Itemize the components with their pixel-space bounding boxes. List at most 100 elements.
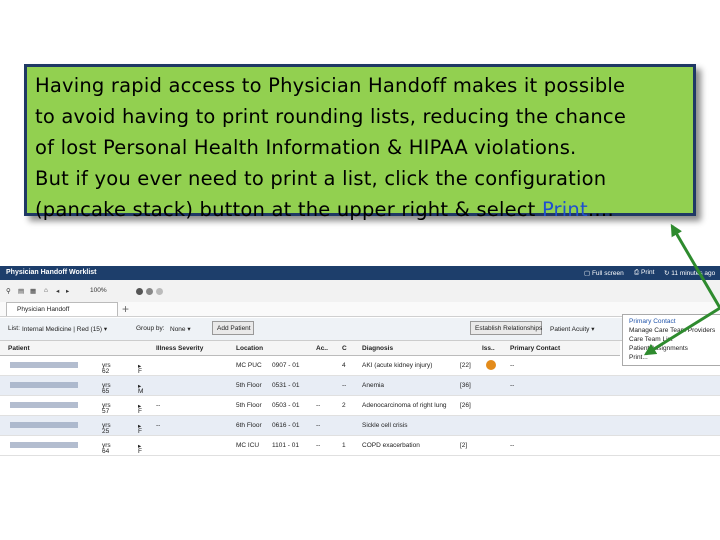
establish-relationships-button[interactable]: Establish Relationships <box>470 321 542 335</box>
menu-item-manage-care-team[interactable]: Manage Care Team Providers <box>629 327 715 334</box>
zoom-level[interactable]: 100% <box>90 287 107 294</box>
patient-issues: [26] <box>460 402 471 409</box>
print-button[interactable]: ⎙ Print <box>634 269 654 277</box>
group-by-value: None <box>170 326 186 333</box>
patient-bed: 0531 - 01 <box>272 382 300 389</box>
forward-icon[interactable]: ▸ <box>66 287 69 295</box>
menu-item-primary-contact[interactable]: Primary Contact <box>629 318 676 325</box>
patient-contact: -- <box>510 382 515 389</box>
patient-name-redacted <box>10 402 78 408</box>
table-row[interactable]: 62 yrs F ▸ MC PUC 0907 - 01 4 AKI (acute… <box>0 356 720 376</box>
patient-acuity-label: Patient Acuity <box>550 326 590 333</box>
patient-severity: -- <box>156 422 161 429</box>
list-filter-select[interactable]: Internal Medicine | Red (15) ▾ <box>22 325 107 333</box>
patient-c: 2 <box>342 402 346 409</box>
patient-diagnosis: COPD exacerbation <box>362 442 420 449</box>
patient-name-redacted <box>10 382 78 388</box>
patient-diagnosis: Anemia <box>362 382 385 389</box>
menu-item-care-team-list[interactable]: Care Team List <box>629 336 673 343</box>
col-diagnosis[interactable]: Diagnosis <box>362 345 393 352</box>
patient-c: 1 <box>342 442 346 449</box>
col-illness-severity[interactable]: Illness Severity <box>156 345 203 352</box>
patient-c: -- <box>342 382 347 389</box>
patient-name-redacted <box>10 442 78 448</box>
patient-age: 65 yrs <box>102 382 111 395</box>
patient-location: MC PUC <box>236 362 262 369</box>
callout-line-2: to avoid having to print rounding lists,… <box>35 105 627 128</box>
patient-diagnosis: AKI (acute kidney injury) <box>362 362 433 369</box>
patient-age: 25 yrs <box>102 422 111 435</box>
col-issues[interactable]: Iss.. <box>482 345 495 352</box>
status-gray-icon <box>146 288 153 295</box>
col-primary-contact[interactable]: Primary Contact <box>510 345 560 352</box>
patient-location: MC ICU <box>236 442 260 449</box>
filter-bar: List: Internal Medicine | Red (15) ▾ Gro… <box>0 318 720 341</box>
col-acuity[interactable]: Ac.. <box>316 345 328 352</box>
patient-bed: 0907 - 01 <box>272 362 300 369</box>
tab-physician-handoff[interactable]: Physician Handoff <box>6 302 118 316</box>
menu-item-patient-assignments[interactable]: Patient Assignments <box>629 345 688 352</box>
patient-name-redacted <box>10 422 78 428</box>
patient-age: 64 yrs <box>102 442 111 455</box>
col-c[interactable]: C <box>342 345 347 352</box>
patient-age: 62 yrs <box>102 362 111 375</box>
patient-acuity-select[interactable]: Patient Acuity ▾ <box>550 325 594 333</box>
worklist-screenshot: Physician Handoff Worklist ▢ Full screen… <box>0 266 720 456</box>
patient-diagnosis: Adenocarcinoma of right lung <box>362 402 447 409</box>
patient-bed: 0503 - 01 <box>272 402 300 409</box>
patient-acuity: -- <box>316 402 321 409</box>
refresh-status[interactable]: ↻ 11 minutes ago <box>664 269 715 277</box>
callout-ellipsis: …. <box>587 198 614 221</box>
alert-icon[interactable] <box>486 360 496 370</box>
patient-location: 5th Floor <box>236 382 262 389</box>
binoculars-icon[interactable]: ⚲ <box>6 287 11 295</box>
window-titlebar: Physician Handoff Worklist ▢ Full screen… <box>0 266 720 280</box>
add-patient-button[interactable]: Add Patient <box>212 321 254 335</box>
tab-label: Physician Handoff <box>17 306 70 313</box>
full-screen-button[interactable]: ▢ Full screen <box>584 269 624 277</box>
group-by-select[interactable]: None ▾ <box>170 325 191 333</box>
add-tab-icon[interactable]: + <box>122 302 129 316</box>
callout-line-5: (pancake stack) button at the upper righ… <box>35 194 687 225</box>
patient-severity: -- <box>156 402 161 409</box>
table-row[interactable]: 65 yrs M ▸ 5th Floor 0531 - 01 -- Anemia… <box>0 376 720 396</box>
window-title: Physician Handoff Worklist <box>6 269 97 276</box>
callout-line-3: of lost Personal Health Information & HI… <box>35 136 577 159</box>
patient-location: 5th Floor <box>236 402 262 409</box>
print-highlight: Print <box>541 198 588 221</box>
patient-sex: F ▸ <box>138 403 142 415</box>
table-header: Patient Illness Severity Location Ac.. C… <box>0 341 620 356</box>
col-patient[interactable]: Patient <box>8 345 30 352</box>
patient-name-redacted <box>10 362 78 368</box>
toolbar: ⚲ ▤ ▦ ⌂ ◂ ▸ 100% <box>0 280 720 303</box>
patient-issues: [22] <box>460 362 471 369</box>
status-light-icon <box>156 288 163 295</box>
home-icon[interactable]: ⌂ <box>44 287 48 294</box>
patient-sex: F ▸ <box>138 443 142 455</box>
full-screen-label: Full screen <box>591 270 624 277</box>
patient-acuity: -- <box>316 422 321 429</box>
patient-bed: 1101 - 01 <box>272 442 299 449</box>
patient-diagnosis: Sickle cell crisis <box>362 422 408 429</box>
status-dark-icon <box>136 288 143 295</box>
table-row[interactable]: 25 yrs F ▸ -- 6th Floor 0616 - 01 -- Sic… <box>0 416 720 436</box>
table-row[interactable]: 64 yrs F ▸ MC ICU 1101 - 01 -- 1 COPD ex… <box>0 436 720 456</box>
patient-sex: F ▸ <box>138 363 142 375</box>
col-location[interactable]: Location <box>236 345 263 352</box>
patient-contact: -- <box>510 442 515 449</box>
patient-issues: [36] <box>460 382 471 389</box>
tab-bar: Physician Handoff + <box>0 302 720 317</box>
callout-line-5-text: (pancake stack) button at the upper righ… <box>35 198 542 221</box>
grid-icon[interactable]: ▦ <box>30 287 36 295</box>
patient-acuity: -- <box>316 442 321 449</box>
instruction-callout: Having rapid access to Physician Handoff… <box>24 64 696 221</box>
table-row[interactable]: 57 yrs F ▸ -- 5th Floor 0503 - 01 -- 2 A… <box>0 396 720 416</box>
patient-c: 4 <box>342 362 346 369</box>
callout-line-4: But if you ever need to print a list, cl… <box>35 167 607 190</box>
menu-item-print[interactable]: Print... <box>629 354 648 361</box>
back-icon[interactable]: ◂ <box>56 287 59 295</box>
list-filter-label: List: <box>8 325 20 332</box>
list-icon[interactable]: ▤ <box>18 287 24 295</box>
patient-sex: M ▸ <box>138 383 144 395</box>
patient-sex: F ▸ <box>138 423 142 435</box>
